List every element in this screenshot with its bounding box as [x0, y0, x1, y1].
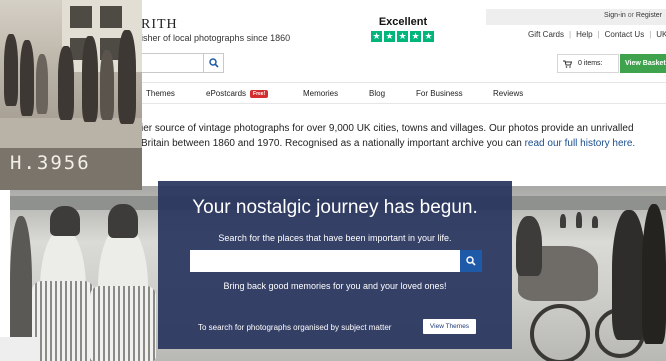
photo-figure: [58, 46, 74, 120]
intro-line-2: Britain between 1860 and 1970. Recognise…: [141, 136, 666, 151]
nav-epostcards-label: ePostcards: [206, 89, 247, 98]
star-icon: ★: [384, 31, 395, 42]
trust-rating-label: Excellent: [378, 16, 428, 28]
archive-photo: H.3956: [0, 0, 142, 190]
divider: |: [597, 30, 600, 39]
intro-line-2-text: Britain between 1860 and 1970. Recognise…: [141, 138, 525, 149]
photo-figure: [32, 281, 94, 361]
view-basket-button[interactable]: View Basket: [620, 54, 666, 73]
basket-icon: [563, 60, 572, 68]
photo-figure: [82, 36, 98, 122]
sign-in-link[interactable]: Sign-in: [604, 12, 626, 19]
photo-window: [70, 6, 92, 28]
free-badge: Free!: [250, 90, 269, 98]
account-bar: Sign-in or Register: [486, 9, 666, 25]
nav-reviews[interactable]: Reviews: [493, 89, 523, 98]
photo-figure: [108, 204, 138, 238]
photo-figure: [90, 286, 156, 361]
subject-search-text: To search for photographs organised by s…: [198, 323, 392, 332]
intro-text: ier source of vintage photographs for ov…: [141, 121, 666, 151]
star-icon: ★: [410, 31, 421, 42]
photo-figure: [612, 210, 646, 340]
star-icon: ★: [423, 31, 434, 42]
photo-window: [100, 6, 122, 28]
search-icon: [208, 58, 219, 68]
account-links: Sign-in or Register: [604, 12, 662, 19]
basket-summary[interactable]: 0 items:: [557, 54, 619, 73]
photo-figure: [560, 214, 566, 228]
brand-tagline: isher of local photographs since 1860: [141, 33, 291, 43]
contact-us-link[interactable]: Contact Us: [605, 30, 645, 39]
hero-title: Your nostalgic journey has begun.: [192, 197, 478, 218]
nav-themes[interactable]: Themes: [146, 89, 175, 98]
nav-for-business[interactable]: For Business: [416, 89, 463, 98]
divider: |: [649, 30, 652, 39]
brand-logo-text[interactable]: RITH: [141, 17, 178, 33]
photo-figure: [118, 30, 136, 124]
photo-figure: [516, 216, 542, 276]
nav-memories[interactable]: Memories: [303, 89, 338, 98]
utility-links: Gift Cards | Help | Contact Us | UK (: [528, 30, 666, 39]
help-link[interactable]: Help: [576, 30, 592, 39]
currency-selector[interactable]: UK (: [656, 30, 666, 39]
trust-stars: ★ ★ ★ ★ ★: [371, 31, 435, 42]
nav-epostcards[interactable]: ePostcards Free!: [206, 89, 269, 98]
photo-reference-code: H.3956: [10, 152, 91, 174]
photo-figure: [36, 54, 48, 114]
history-link[interactable]: read our full history here.: [525, 138, 636, 149]
account-or: or: [627, 12, 634, 19]
photo-figure: [576, 212, 582, 228]
hero-subtitle: Search for the places that have been imp…: [218, 233, 452, 243]
page-corner: [0, 337, 40, 361]
basket-count: 0 items:: [578, 60, 603, 67]
photo-figure: [592, 216, 598, 228]
star-icon: ★: [397, 31, 408, 42]
header-search-input[interactable]: [141, 53, 203, 73]
header-search-button[interactable]: [203, 53, 224, 73]
hero-memories-line: Bring back good memories for you and you…: [223, 281, 447, 291]
search-icon: [466, 256, 476, 266]
place-search-input[interactable]: [190, 250, 460, 272]
hero-search-panel: Your nostalgic journey has begun. Search…: [158, 181, 512, 349]
photo-figure: [642, 204, 666, 344]
photo-figure: [4, 34, 18, 106]
place-search-button[interactable]: [460, 250, 482, 272]
star-icon: ★: [371, 31, 382, 42]
gift-cards-link[interactable]: Gift Cards: [528, 30, 564, 39]
photo-figure: [50, 206, 80, 236]
photo-figure: [100, 50, 114, 120]
view-themes-button[interactable]: View Themes: [423, 319, 476, 334]
intro-line-1: ier source of vintage photographs for ov…: [141, 123, 634, 134]
photo-figure: [530, 304, 590, 361]
nav-blog[interactable]: Blog: [369, 89, 385, 98]
divider: |: [569, 30, 572, 39]
trustpilot-widget[interactable]: Excellent ★ ★ ★ ★ ★: [371, 16, 435, 42]
photo-figure: [20, 40, 34, 116]
register-link[interactable]: Register: [636, 12, 662, 19]
